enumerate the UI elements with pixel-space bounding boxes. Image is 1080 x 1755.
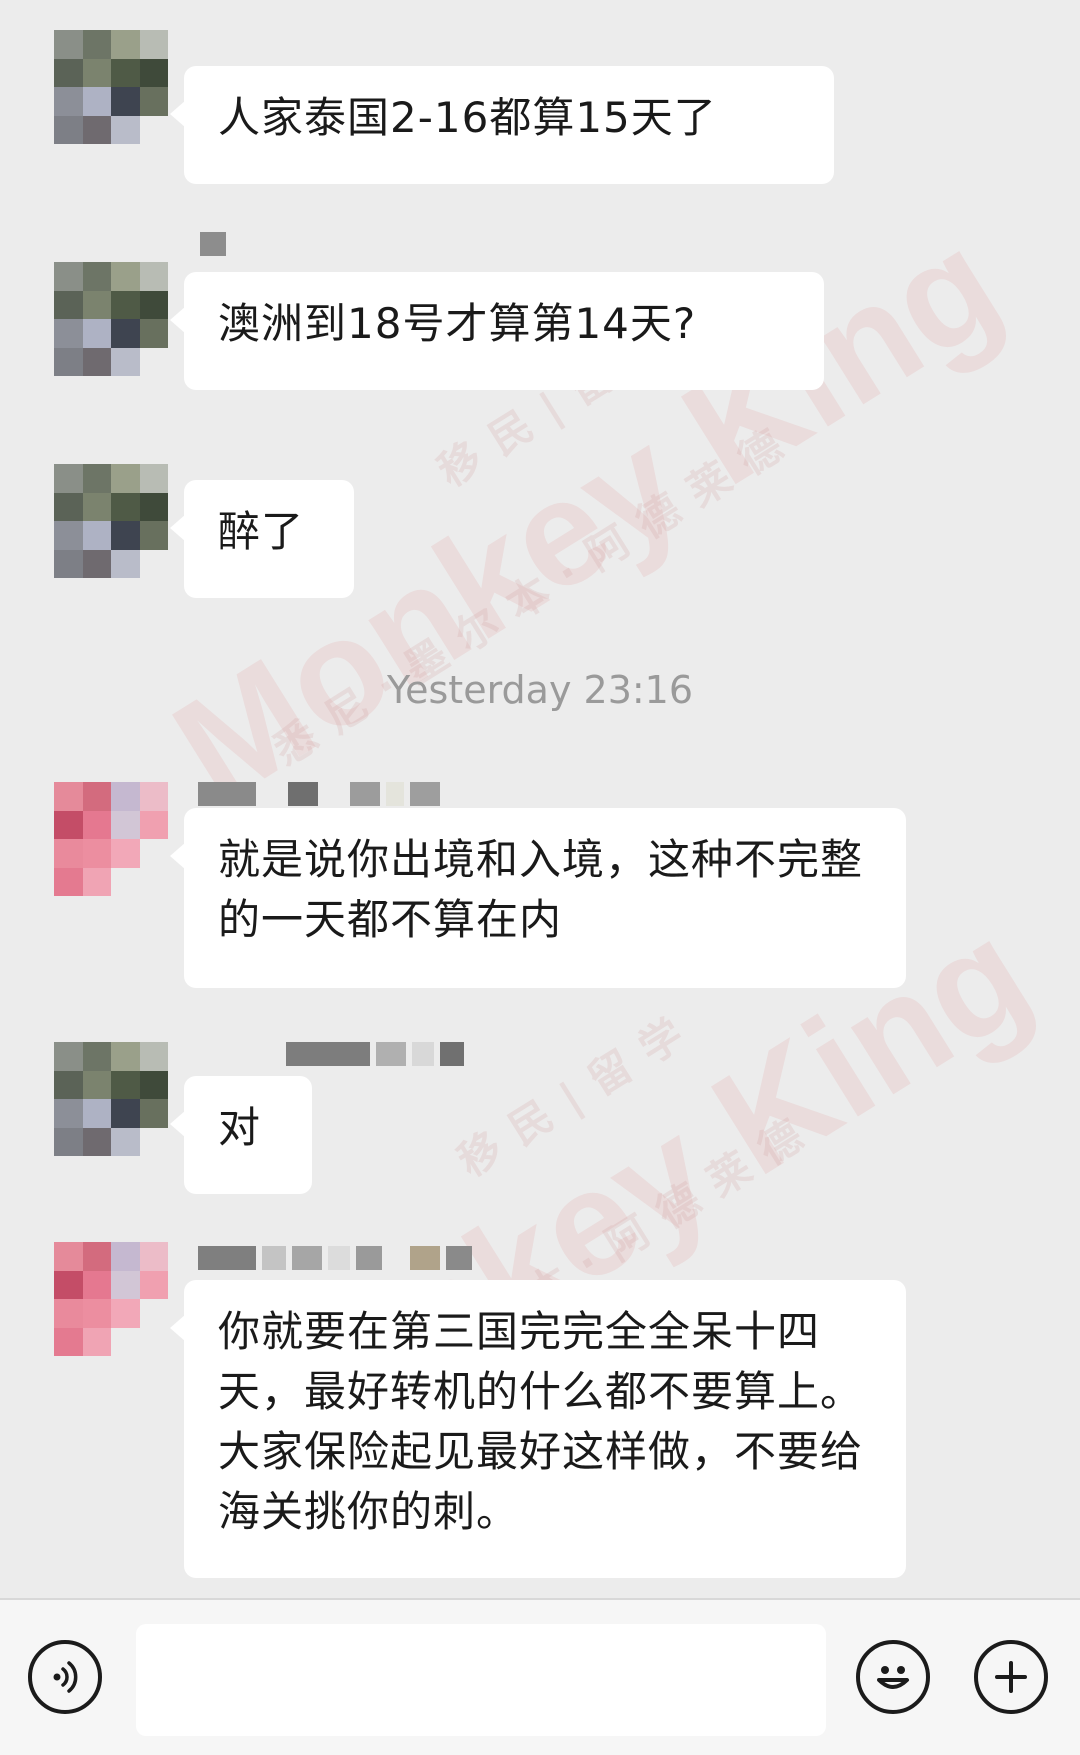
message-bubble[interactable]: 醉了 [170,480,354,598]
avatar[interactable] [54,30,168,144]
emoji-button[interactable] [856,1640,930,1714]
input-toolbar [0,1598,1080,1755]
message-text: 对 [218,1103,262,1152]
avatar[interactable] [54,1042,168,1156]
voice-button[interactable] [28,1640,102,1714]
watermark-sub-top-2: 移民|留学 [449,999,708,1187]
message-bubble[interactable]: 澳洲到18号才算第14天? [170,272,824,390]
voice-icon [53,1661,78,1693]
message-text: 人家泰国2-16都算15天了 [218,93,717,142]
sender-name-blurred [200,232,226,256]
message-bubble[interactable]: 就是说你出境和入境，这种不完整的一天都不算在内 [170,808,906,988]
message-text: 醉了 [218,507,305,556]
sender-name-blurred [198,1246,472,1270]
avatar[interactable] [54,262,168,376]
sender-name-blurred [198,782,440,806]
plus-icon [995,1661,1027,1693]
sender-name-blurred [286,1042,464,1066]
plus-button[interactable] [974,1640,1048,1714]
message-bubble[interactable]: 对 [170,1076,312,1194]
emoji-icon [877,1666,909,1689]
chat-area[interactable]: Monkey King 移民|留学 悉尼·墨尔本·阿德莱德 Monkey Kin… [0,0,1080,1598]
avatar[interactable] [54,1242,168,1356]
message-text: 就是说你出境和入境，这种不完整的一天都不算在内 [218,835,864,944]
message-bubble[interactable]: 你就要在第三国完完全全呆十四天，最好转机的什么都不要算上。大家保险起见最好这样做… [170,1280,906,1578]
message-input[interactable] [136,1624,826,1736]
timestamp: Yesterday 23:16 [386,668,694,712]
avatar[interactable] [54,464,168,578]
message-bubble[interactable]: 人家泰国2-16都算15天了 [170,66,834,184]
message-text: 你就要在第三国完完全全呆十四天，最好转机的什么都不要算上。大家保险起见最好这样做… [218,1307,864,1536]
avatar[interactable] [54,782,168,896]
message-text: 澳洲到18号才算第14天? [218,299,697,348]
